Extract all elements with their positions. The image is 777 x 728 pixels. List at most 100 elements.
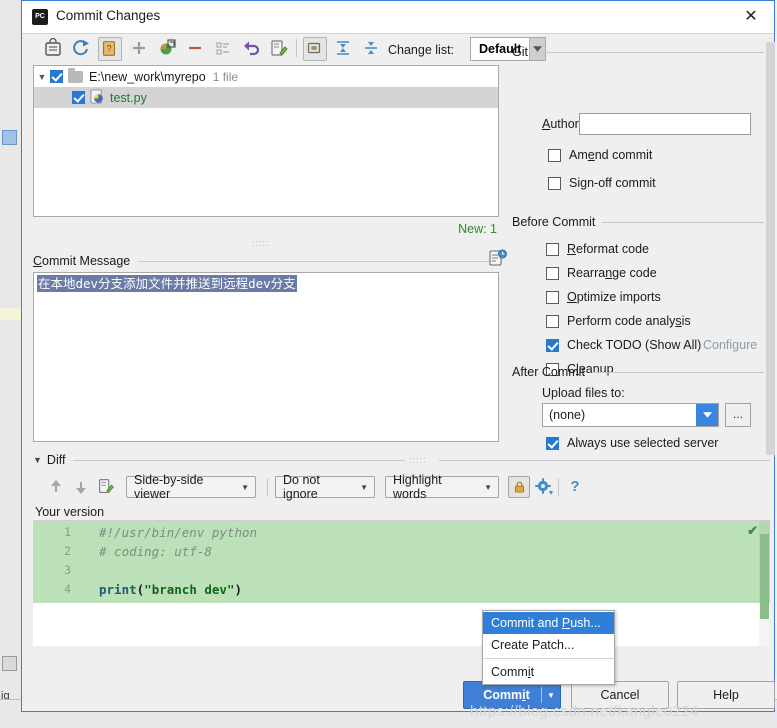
- amend-commit-checkbox[interactable]: Amend commit: [548, 148, 652, 162]
- group-by-icon[interactable]: ?: [98, 37, 122, 61]
- menu-commit[interactable]: Commit: [483, 661, 614, 683]
- diff-gutter: 1 2 3 4: [33, 521, 79, 646]
- folder-checkbox[interactable]: [50, 70, 63, 83]
- upload-files-label: Upload files to:: [542, 386, 625, 400]
- file-checkbox[interactable]: [72, 91, 85, 104]
- author-input[interactable]: [579, 113, 751, 135]
- rearrange-code-checkbox[interactable]: Rearrange code: [546, 266, 657, 280]
- line-number: 4: [64, 582, 71, 596]
- background-ide-strip: ig: [0, 0, 23, 728]
- optimize-imports-checkbox-box: [546, 290, 559, 304]
- splitter-grip[interactable]: :::::: [252, 239, 278, 248]
- check-todo-checkbox-box: [546, 338, 559, 352]
- file-name-label: test.py: [110, 90, 147, 105]
- dialog-title: Commit Changes: [56, 8, 161, 23]
- amend-commit-label: Amend commit: [569, 148, 653, 162]
- chevron-down-icon: ▼: [484, 482, 492, 492]
- ignore-mode-select[interactable]: Do not ignore ▼: [275, 473, 375, 501]
- diff-splitter-grip[interactable]: :::::: [405, 455, 431, 465]
- tree-twisty-icon[interactable]: ▼: [34, 72, 50, 82]
- commit-message-history-icon[interactable]: [488, 249, 508, 267]
- perform-code-analysis-checkbox-box: [546, 314, 559, 328]
- pycharm-icon: PC: [32, 9, 48, 25]
- options-panel-scrollbar[interactable]: [766, 42, 775, 455]
- add-icon[interactable]: [128, 37, 150, 59]
- git-section-title: Git: [512, 45, 528, 59]
- delete-icon[interactable]: [184, 37, 206, 59]
- tree-row-file[interactable]: test.py: [34, 87, 498, 108]
- check-todo-checkbox[interactable]: Check TODO (Show All): [546, 338, 701, 352]
- chevron-down-icon: ▼: [360, 482, 368, 492]
- lock-icon[interactable]: [508, 476, 530, 498]
- line-number: 2: [64, 544, 71, 558]
- menu-separator: [483, 658, 614, 659]
- list-icon[interactable]: [212, 37, 234, 59]
- tree-row-folder[interactable]: ▼ E:\new_work\myrepo 1 file: [34, 66, 498, 87]
- diff-twisty-icon[interactable]: ▼: [33, 455, 42, 465]
- browse-servers-button[interactable]: ...: [725, 403, 751, 427]
- optimize-imports-label: Optimize imports: [567, 290, 661, 304]
- chevron-down-icon: ▼: [241, 482, 249, 492]
- line-number: 1: [64, 525, 71, 539]
- arrow-up-icon[interactable]: [46, 477, 66, 497]
- before-commit-section-header: Before Commit: [512, 215, 764, 229]
- chevron-down-icon: [696, 404, 718, 426]
- highlight-mode-value: Highlight words: [393, 473, 442, 501]
- code-line-4: print("branch dev"): [99, 582, 242, 597]
- close-icon[interactable]: ✕: [728, 1, 774, 32]
- folder-file-count: 1 file: [212, 69, 239, 84]
- always-use-server-checkbox-box: [546, 436, 559, 450]
- edit-source-icon[interactable]: [96, 477, 116, 497]
- sign-off-commit-checkbox[interactable]: Sign-off commit: [548, 176, 656, 190]
- menu-create-patch[interactable]: Create Patch...: [483, 634, 614, 656]
- watermark-text: https://blog.csdn.net/kangle0224: [470, 703, 699, 720]
- upload-server-value: (none): [549, 408, 586, 422]
- before-commit-section-title: Before Commit: [512, 215, 596, 229]
- perform-code-analysis-checkbox[interactable]: Perform code analysis: [546, 314, 691, 328]
- upload-server-select[interactable]: (none): [542, 403, 719, 427]
- code-paren-close: ): [234, 582, 243, 597]
- diff-status-check-icon: ✔: [747, 523, 758, 538]
- new-files-count: New: 1: [458, 222, 497, 236]
- reformat-code-label: Reformat code: [567, 242, 649, 256]
- viewer-mode-select[interactable]: Side-by-side viewer ▼: [126, 473, 256, 501]
- refresh-icon[interactable]: [70, 37, 92, 59]
- diff-section-header: ▼ Diff :::::: [33, 453, 771, 467]
- optimize-imports-checkbox[interactable]: Optimize imports: [546, 290, 661, 304]
- diff-section-title: Diff: [46, 453, 66, 467]
- git-section-header: Git: [512, 45, 764, 59]
- revert-icon[interactable]: [240, 37, 262, 59]
- sign-off-commit-label: Sign-off commit: [569, 176, 656, 190]
- commit-dropdown-menu: Commit and Push... Create Patch... Commi…: [482, 610, 615, 685]
- your-version-label: Your version: [35, 505, 105, 519]
- commit-message-text: 在本地dev分支添加文件并推送到远程dev分支: [37, 275, 297, 292]
- move-to-changelist-icon[interactable]: [156, 37, 178, 59]
- diff-scrollbar-thumb[interactable]: [760, 534, 769, 619]
- highlight-mode-select[interactable]: Highlight words ▼: [385, 473, 499, 501]
- chevron-down-icon[interactable]: ▼: [542, 691, 560, 700]
- show-diff-icon[interactable]: [42, 37, 64, 59]
- configure-link[interactable]: Configure: [703, 338, 757, 352]
- folder-icon: [68, 67, 83, 83]
- amend-commit-checkbox-box: [548, 148, 561, 162]
- question-mark-icon[interactable]: ?: [565, 477, 585, 497]
- gear-icon[interactable]: [534, 477, 554, 497]
- change-list-label: Change list:: [388, 43, 455, 57]
- after-commit-section-header: After Commit: [512, 365, 764, 379]
- check-todo-label: Check TODO (Show All): [567, 338, 702, 352]
- edit-source-icon[interactable]: [268, 37, 290, 59]
- expand-all-icon[interactable]: [332, 37, 354, 59]
- line-number: 3: [64, 563, 71, 577]
- diff-editor[interactable]: 1 2 3 4 #!/usr/bin/env python # coding: …: [33, 520, 770, 646]
- always-use-server-checkbox[interactable]: Always use selected server: [546, 436, 718, 450]
- dialog-titlebar: PC Commit Changes ✕: [22, 1, 774, 34]
- menu-commit-and-push[interactable]: Commit and Push...: [483, 612, 614, 634]
- reformat-code-checkbox[interactable]: Reformat code: [546, 242, 649, 256]
- diff-scrollbar-track[interactable]: [759, 521, 770, 646]
- folder-icon[interactable]: [303, 37, 327, 61]
- commit-message-input[interactable]: 在本地dev分支添加文件并推送到远程dev分支: [33, 272, 499, 442]
- arrow-down-icon[interactable]: [71, 477, 91, 497]
- changed-files-tree[interactable]: ▼ E:\new_work\myrepo 1 file test.py: [33, 65, 499, 217]
- code-string: "branch dev": [144, 582, 235, 597]
- collapse-all-icon[interactable]: [360, 37, 382, 59]
